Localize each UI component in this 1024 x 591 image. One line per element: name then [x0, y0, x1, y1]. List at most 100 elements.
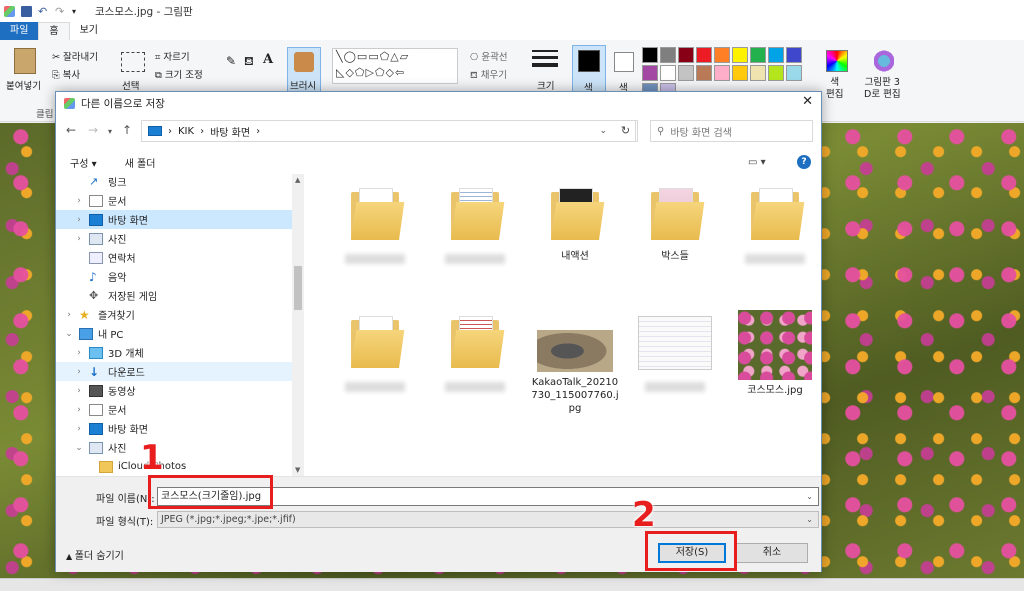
help-icon[interactable]: ? — [797, 155, 811, 169]
shapes-gallery[interactable]: ╲◯▭▭⬠△▱ ◺◇⬠▷⬠◇⇦ — [332, 48, 458, 84]
tree-item[interactable]: ✥ 저장된 게임 — [56, 286, 292, 305]
crop-button[interactable]: ⌗ 자르기 — [155, 49, 190, 63]
recent-locations-icon[interactable]: ▾ — [108, 127, 112, 136]
color-swatch[interactable] — [696, 47, 712, 63]
color-swatch[interactable] — [750, 65, 766, 81]
size-button[interactable]: 크기 — [537, 78, 554, 92]
tree-scrollbar[interactable]: ▲ ▼ — [292, 174, 304, 476]
redo-icon[interactable]: ↷ — [55, 6, 66, 17]
tree-expand-chevron[interactable]: › — [74, 348, 84, 358]
color-swatch[interactable] — [732, 65, 748, 81]
tree-item[interactable]: › 사진 — [56, 229, 292, 248]
tree-item[interactable]: ↗ 링크 — [56, 174, 292, 191]
file-item[interactable] — [630, 310, 720, 426]
paste-button[interactable]: 붙여넣기 — [6, 78, 41, 92]
edit-colors-button[interactable]: 색 편집 — [826, 77, 843, 101]
organize-button[interactable]: 구성 ▾ — [70, 155, 97, 170]
tree-expand-chevron[interactable]: › — [74, 386, 84, 396]
save-icon[interactable] — [21, 5, 32, 17]
fill-button[interactable]: ⛾ 채우기 — [470, 67, 507, 82]
folder-item[interactable]: Pr — [730, 182, 820, 298]
tree-item[interactable]: iCloud Photos — [56, 457, 292, 476]
search-input[interactable]: ⚲ 바탕 화면 검색 — [650, 120, 813, 142]
color2-swatch[interactable] — [614, 52, 634, 72]
color-swatch[interactable] — [642, 47, 658, 63]
customize-quick-access-icon[interactable]: ▾ — [72, 6, 83, 17]
refresh-button[interactable]: ↻ — [614, 120, 638, 142]
color-swatch[interactable] — [750, 47, 766, 63]
copy-button[interactable]: ⎘ 복사 — [52, 67, 80, 81]
edit-colors-icon[interactable] — [826, 50, 848, 72]
tree-expand-chevron[interactable]: › — [74, 405, 84, 415]
tree-item[interactable]: 연락처 — [56, 248, 292, 267]
size-icon[interactable] — [532, 50, 558, 70]
color-swatch[interactable] — [714, 65, 730, 81]
tree-item[interactable]: › 바탕 화면 — [56, 210, 292, 229]
breadcrumb-kik[interactable]: KIK — [178, 126, 194, 137]
cancel-button[interactable]: 취소 — [736, 543, 808, 563]
save-button[interactable]: 저장(S) — [658, 543, 726, 563]
file-item[interactable]: 코스모스.jpg — [730, 310, 820, 426]
color-swatch[interactable] — [678, 47, 694, 63]
folder-item[interactable] — [430, 310, 520, 426]
tree-expand-chevron[interactable]: › — [74, 367, 84, 377]
tab-view[interactable]: 보기 — [70, 22, 108, 40]
tree-expand-chevron[interactable]: › — [74, 234, 84, 244]
color-swatch[interactable] — [786, 47, 802, 63]
resize-button[interactable]: ⧉ 크기 조정 — [155, 67, 203, 81]
view-options-icon[interactable]: ▭ ▾ — [748, 157, 766, 168]
color-swatch[interactable] — [786, 65, 802, 81]
tree-item[interactable]: › ★ 즐겨찾기 — [56, 305, 292, 324]
up-arrow-icon[interactable]: ↑ — [122, 123, 132, 137]
color-swatch[interactable] — [660, 65, 676, 81]
tab-file[interactable]: 파일 — [0, 22, 39, 40]
tree-expand-chevron[interactable]: ⌄ — [64, 329, 74, 339]
tree-item[interactable]: › 문서 — [56, 191, 292, 210]
folder-item[interactable]: Pr — [330, 310, 420, 426]
scroll-down-arrow[interactable]: ▼ — [295, 466, 300, 474]
breadcrumb-desktop[interactable]: 바탕 화면 — [210, 124, 250, 139]
chevron-down-icon[interactable]: ⌄ — [806, 512, 813, 527]
folder-item[interactable]: 박스들 — [630, 182, 720, 298]
tree-item[interactable]: › ↓ 다운로드 — [56, 362, 292, 381]
forward-arrow-icon[interactable]: → — [88, 123, 98, 137]
folder-item[interactable]: 내액션 — [530, 182, 620, 298]
paste-icon[interactable] — [14, 48, 36, 74]
color-swatch[interactable] — [714, 47, 730, 63]
tree-item[interactable]: ⌄ 사진 — [56, 438, 292, 457]
select-icon[interactable] — [121, 52, 145, 72]
color-swatch[interactable] — [678, 65, 694, 81]
cut-button[interactable]: ✂ 잘라내기 — [52, 49, 98, 63]
file-item[interactable]: KakaoTalk_20210730_115007760.jpg — [530, 310, 620, 426]
text-icon[interactable]: A — [263, 52, 273, 67]
color-swatch[interactable] — [642, 65, 658, 81]
color-swatch[interactable] — [768, 47, 784, 63]
folder-item[interactable] — [430, 182, 520, 298]
outline-button[interactable]: ⎔ 윤곽선 — [470, 49, 508, 63]
tree-expand-chevron[interactable]: › — [64, 310, 74, 320]
paint3d-icon[interactable] — [874, 50, 894, 72]
chevron-down-icon[interactable]: ⌄ — [806, 488, 813, 505]
tree-item[interactable]: › 3D 개체 — [56, 343, 292, 362]
tab-home[interactable]: 홈 — [38, 22, 70, 40]
tree-item[interactable]: › 바탕 화면 — [56, 419, 292, 438]
select-button[interactable]: 선택 — [122, 78, 139, 92]
file-name-input[interactable]: 코스모스(크기줄임).jpg ⌄ — [157, 487, 819, 506]
color-swatch[interactable] — [768, 65, 784, 81]
color-swatch[interactable] — [696, 65, 712, 81]
pencil-icon[interactable]: ✎ — [226, 54, 236, 68]
paint3d-button[interactable]: 그림판 3 D로 편집 — [864, 77, 901, 101]
tree-item[interactable]: › 동영상 — [56, 381, 292, 400]
color-swatch[interactable] — [732, 47, 748, 63]
tree-item[interactable]: › 문서 — [56, 400, 292, 419]
undo-icon[interactable]: ↶ — [38, 6, 49, 17]
tree-expand-chevron[interactable]: › — [74, 215, 84, 225]
scroll-thumb[interactable] — [294, 266, 302, 310]
hide-folders-toggle[interactable]: ▲ 폴더 숨기기 — [66, 547, 124, 562]
folder-item[interactable]: Pr — [330, 182, 420, 298]
address-dropdown-icon[interactable]: ⌄ — [599, 126, 607, 136]
scroll-up-arrow[interactable]: ▲ — [295, 176, 300, 184]
color-swatch[interactable] — [660, 47, 676, 63]
fill-bucket-icon[interactable]: ⛾ — [244, 54, 254, 70]
tree-expand-chevron[interactable]: ⌄ — [74, 443, 84, 453]
